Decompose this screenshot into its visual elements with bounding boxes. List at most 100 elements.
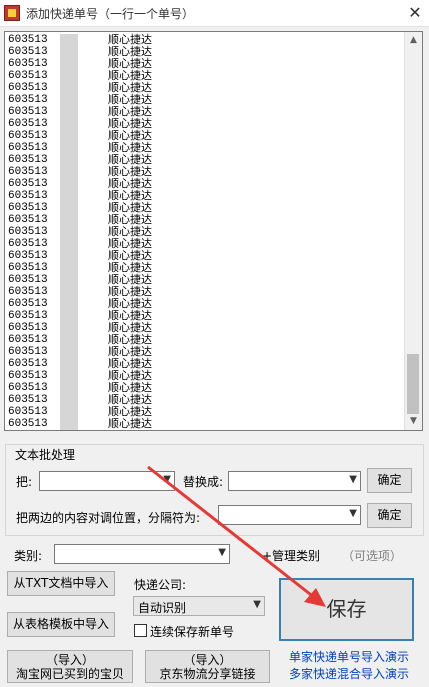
list-item: 603513 顺心捷达 (8, 34, 398, 46)
tracking-number: 603513 (8, 274, 48, 286)
tracking-number: 603513 (8, 46, 48, 58)
tracking-number: 603513 (8, 106, 48, 118)
redacted-digits (60, 382, 78, 394)
redacted-digits (60, 142, 78, 154)
scroll-up-icon[interactable]: ▲ (405, 32, 422, 49)
title-bar: 添加快递单号（一行一个单号） ✕ (0, 0, 429, 27)
list-item: 603513 顺心捷达 (8, 226, 398, 238)
tracking-number: 603513 (8, 202, 48, 214)
chevron-down-icon: ▼ (349, 474, 357, 485)
list-item: 603513 顺心捷达 (8, 58, 398, 70)
redacted-digits (60, 250, 78, 262)
tracking-number: 603513 (8, 250, 48, 262)
chevron-down-icon: ▼ (253, 599, 261, 610)
redacted-digits (60, 298, 78, 310)
tracking-number: 603513 (8, 70, 48, 82)
list-item: 603513 顺心捷达 (8, 118, 398, 130)
list-item: 603513 顺心捷达 (8, 190, 398, 202)
tracking-number-textarea[interactable]: 603513 顺心捷达 603513 顺心捷达 603513 顺心捷达 603513 顺心捷达… (4, 31, 423, 431)
redacted-digits (60, 130, 78, 142)
replace-confirm-button[interactable]: 确定 (367, 468, 412, 493)
import-jd-line2: 京东物流分享链接 (159, 667, 256, 681)
list-item: 603513 顺心捷达 (8, 130, 398, 142)
redacted-digits (60, 286, 78, 298)
import-jd-button[interactable]: （导入） 京东物流分享链接 (145, 650, 270, 683)
category-label: 类别: (14, 549, 43, 563)
tracking-number: 603513 (8, 358, 48, 370)
redacted-digits (60, 214, 78, 226)
continuous-save-label: 连续保存新单号 (150, 625, 235, 639)
import-jd-line1: （导入） (183, 653, 232, 667)
tracking-number: 603513 (8, 34, 48, 46)
list-item: 603513 顺心捷达 (8, 322, 398, 334)
tracking-number: 603513 (8, 130, 48, 142)
tracking-number: 603513 (8, 298, 48, 310)
from-combo[interactable]: ▼ (39, 471, 175, 491)
list-item: 603513 顺心捷达 (8, 274, 398, 286)
tracking-number: 603513 (8, 214, 48, 226)
list-item: 603513 顺心捷达 (8, 142, 398, 154)
save-button[interactable]: 保存 (279, 578, 414, 641)
batch-group-title: 文本批处理 (13, 446, 78, 463)
import-table-button[interactable]: 从表格模板中导入 (7, 612, 115, 637)
redacted-digits (60, 34, 78, 46)
redacted-digits (60, 370, 78, 382)
tracking-number: 603513 (8, 178, 48, 190)
tracking-number: 603513 (8, 310, 48, 322)
import-taobao-line1: （导入） (45, 653, 94, 667)
continuous-save-checkbox[interactable] (134, 624, 147, 637)
redacted-digits (60, 178, 78, 190)
list-item: 603513 顺心捷达 (8, 418, 398, 430)
list-item: 603513 顺心捷达 (8, 106, 398, 118)
tracking-number: 603513 (8, 334, 48, 346)
redacted-digits (60, 58, 78, 70)
redacted-digits (60, 274, 78, 286)
tracking-number: 603513 (8, 226, 48, 238)
category-combo[interactable]: ▼ (54, 544, 230, 564)
redacted-digits (60, 262, 78, 274)
vertical-scrollbar[interactable]: ▲ ▼ (404, 32, 422, 430)
manage-category-link[interactable]: +管理类别 (262, 547, 320, 564)
redacted-digits (60, 322, 78, 334)
tracking-number: 603513 (8, 238, 48, 250)
tracking-number: 603513 (8, 118, 48, 130)
list-item: 603513 顺心捷达 (8, 166, 398, 178)
tracking-number: 603513 (8, 94, 48, 106)
list-item: 603513 顺心捷达 (8, 82, 398, 94)
redacted-digits (60, 82, 78, 94)
list-item: 603513 顺心捷达 (8, 154, 398, 166)
separator-combo[interactable]: ▼ (218, 505, 361, 525)
carrier-name: 顺心捷达 (108, 417, 152, 430)
swap-confirm-button[interactable]: 确定 (367, 503, 412, 528)
list-item: 603513 顺心捷达 (8, 286, 398, 298)
tracking-number: 603513 (8, 142, 48, 154)
from-label: 把: (16, 475, 33, 489)
list-item: 603513 顺心捷达 (8, 250, 398, 262)
import-taobao-button[interactable]: （导入） 淘宝网已买到的宝贝 (7, 650, 133, 683)
chevron-down-icon: ▼ (349, 508, 357, 519)
optional-hint: （可选项） (342, 549, 403, 563)
scroll-down-icon[interactable]: ▼ (405, 413, 422, 430)
scroll-thumb[interactable] (407, 354, 419, 414)
close-button[interactable]: ✕ (401, 0, 429, 26)
redacted-digits (60, 226, 78, 238)
swap-label: 把两边的内容对调位置，分隔符为: (16, 511, 201, 525)
tracking-number: 603513 (8, 58, 48, 70)
list-item: 603513 顺心捷达 (8, 394, 398, 406)
replace-label: 替换成: (183, 475, 224, 489)
import-txt-button[interactable]: 从TXT文档中导入 (7, 571, 115, 596)
list-item: 603513 顺心捷达 (8, 94, 398, 106)
app-icon (4, 5, 20, 21)
tracking-number: 603513 (8, 154, 48, 166)
list-item: 603513 顺心捷达 (8, 370, 398, 382)
single-import-demo-link[interactable]: 单家快递单号导入演示 (289, 648, 409, 665)
list-item: 603513 顺心捷达 (8, 238, 398, 250)
replace-combo[interactable]: ▼ (228, 471, 361, 491)
tracking-number-list: 603513 顺心捷达 603513 顺心捷达 603513 顺心捷达 603513 顺心捷达… (8, 34, 398, 430)
list-item: 603513 顺心捷达 (8, 202, 398, 214)
list-item: 603513 顺心捷达 (8, 70, 398, 82)
courier-select[interactable]: 自动识别 ▼ (133, 596, 265, 616)
multi-import-demo-link[interactable]: 多家快递混合导入演示 (289, 665, 409, 682)
redacted-digits (60, 106, 78, 118)
list-item: 603513 顺心捷达 (8, 346, 398, 358)
